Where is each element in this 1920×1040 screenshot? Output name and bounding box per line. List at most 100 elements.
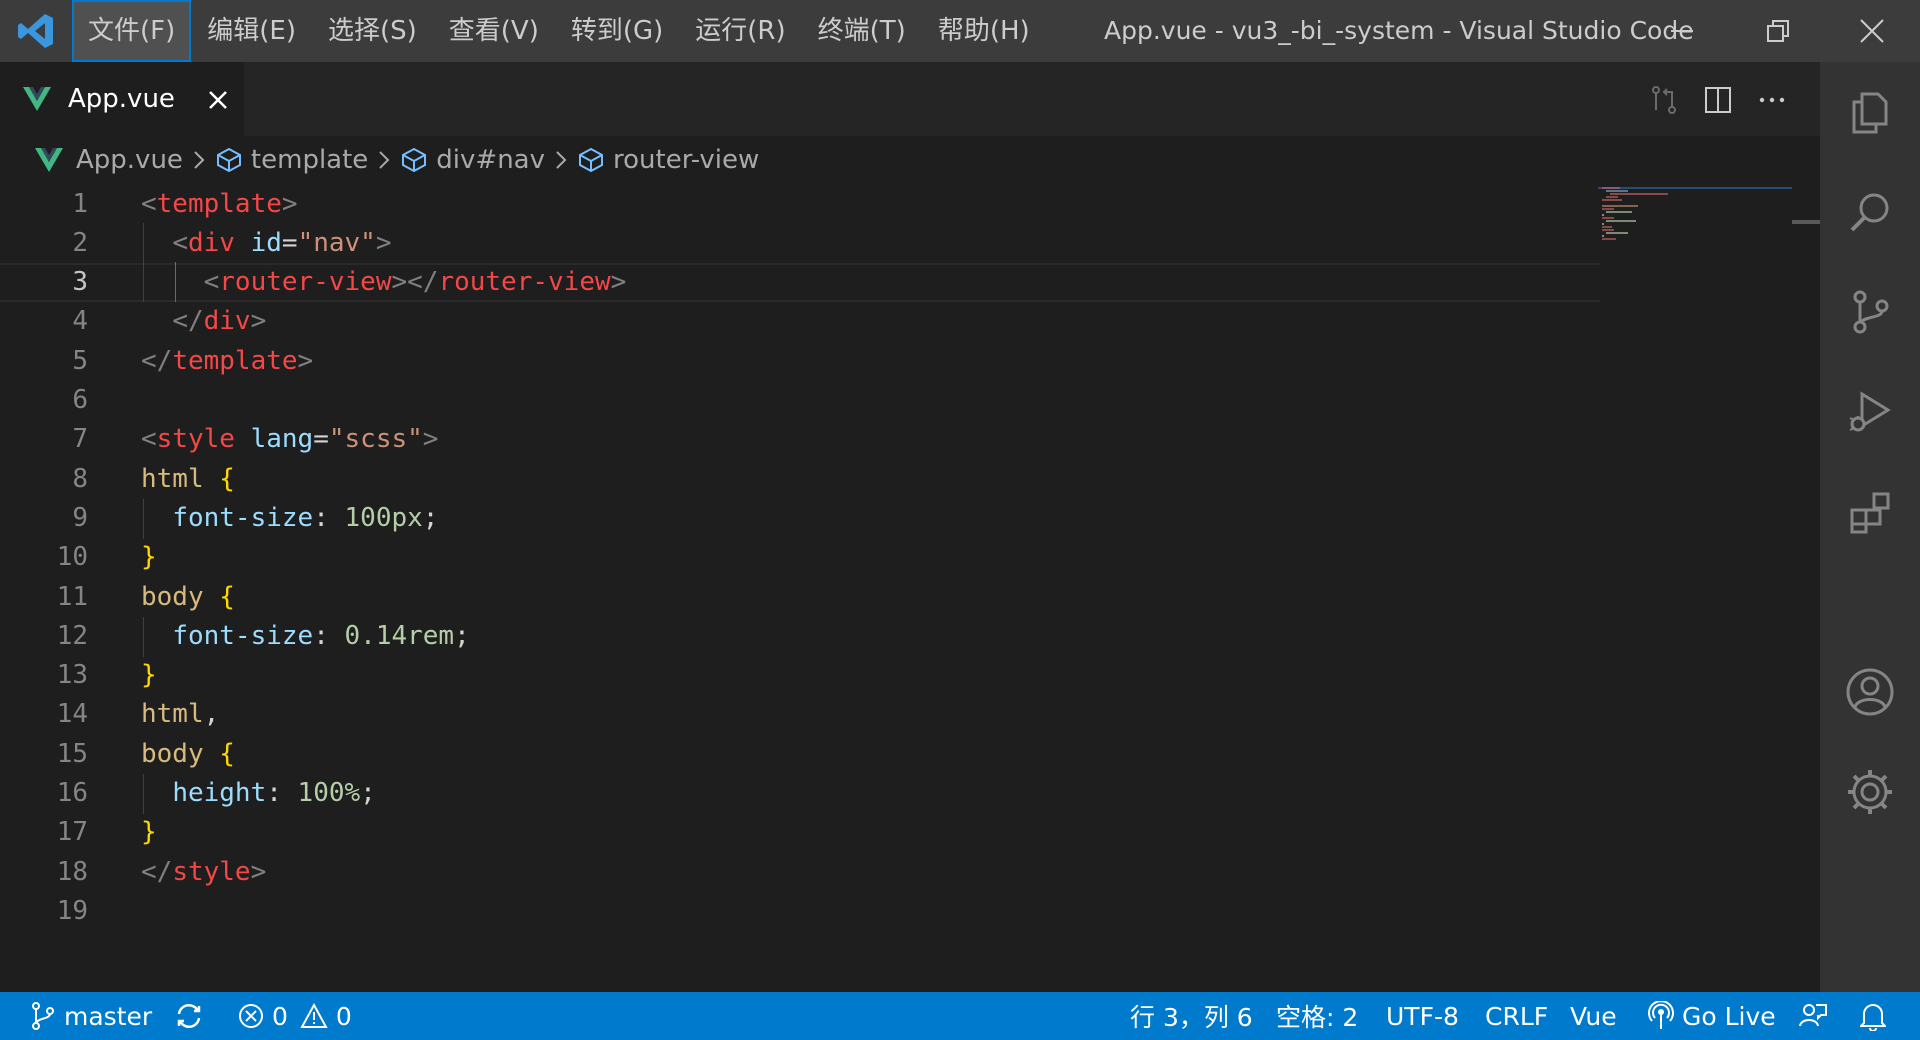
git-branch-icon: [32, 1002, 54, 1030]
indentation[interactable]: 空格: 2: [1276, 992, 1358, 1040]
line-number: 5: [72, 345, 88, 376]
code-text: html {: [141, 463, 235, 494]
menu-go[interactable]: 转到(G): [555, 0, 679, 62]
line-ending[interactable]: CRLF: [1485, 992, 1548, 1040]
symbol-element-icon: [579, 147, 603, 173]
breadcrumb-div-nav[interactable]: div#nav: [400, 145, 545, 175]
manage-button[interactable]: [1820, 742, 1920, 842]
code-line[interactable]: 13}: [0, 656, 1600, 695]
menu-selection[interactable]: 选择(S): [312, 0, 433, 62]
restore-button[interactable]: [1730, 0, 1826, 62]
extensions-icon: [1850, 492, 1890, 534]
code-line[interactable]: 14 html,: [0, 695, 1600, 734]
close-window-button[interactable]: [1824, 0, 1920, 62]
code-text: }: [141, 817, 157, 848]
indent-guide: [143, 774, 144, 814]
code-line[interactable]: 7 <style lang="scss">: [0, 420, 1600, 459]
code-line[interactable]: 6: [0, 381, 1600, 420]
breadcrumb-file-label: App.vue: [76, 145, 183, 175]
gear-icon: [1848, 770, 1892, 814]
notifications-button[interactable]: [1860, 992, 1894, 1040]
run-debug-button[interactable]: [1820, 362, 1920, 462]
code-line[interactable]: 16 height: 100%;: [0, 774, 1600, 813]
search-button[interactable]: [1820, 162, 1920, 262]
files-icon: [1852, 92, 1888, 134]
line-number: 6: [72, 385, 88, 415]
line-number: 3: [72, 267, 88, 298]
code-line[interactable]: 15 body {: [0, 734, 1600, 773]
menu-file[interactable]: 文件(F): [72, 0, 192, 62]
open-changes-button[interactable]: [1646, 82, 1682, 118]
line-number: 13: [56, 660, 88, 691]
code-line[interactable]: 1 <template>: [0, 184, 1600, 223]
breadcrumb-template[interactable]: template: [215, 145, 368, 175]
menu-terminal[interactable]: 终端(T): [802, 0, 922, 62]
split-editor-button[interactable]: [1700, 82, 1736, 118]
more-actions-button[interactable]: [1754, 82, 1790, 118]
breadcrumb-file[interactable]: App.vue: [34, 145, 183, 175]
line-number: 8: [72, 463, 88, 494]
breadcrumb-template-label: template: [250, 145, 369, 175]
close-icon: [1860, 19, 1884, 43]
scrollbar-thumb[interactable]: [1792, 220, 1820, 224]
code-text: font-size: 0.14rem;: [172, 620, 470, 651]
code-line[interactable]: 11 body {: [0, 577, 1600, 616]
title-bar: 文件(F) 编辑(E) 选择(S) 查看(V) 转到(G) 运行(R) 终端(T…: [0, 0, 1920, 62]
vue-file-icon: [35, 148, 63, 172]
line-number: 10: [56, 542, 88, 573]
code-line[interactable]: 12 font-size: 0.14rem;: [0, 616, 1600, 655]
code-line[interactable]: 2 <div id="nav">: [0, 223, 1600, 262]
ellipsis-icon: [1759, 97, 1785, 103]
tab-close-icon[interactable]: [204, 86, 232, 114]
account-icon: [1846, 668, 1894, 716]
vertical-scrollbar[interactable]: [1792, 184, 1820, 992]
code-text: font-size: 100px;: [172, 502, 439, 533]
code-line[interactable]: 17}: [0, 813, 1600, 852]
restore-icon: [1767, 20, 1789, 42]
menu-view[interactable]: 查看(V): [433, 0, 555, 62]
explorer-button[interactable]: [1820, 62, 1920, 162]
breadcrumb-router-view[interactable]: router-view: [577, 145, 759, 175]
code-line[interactable]: 10}: [0, 538, 1600, 577]
code-editor[interactable]: 1 <template> 2 <div id="nav"> 3 <router-vie…: [0, 184, 1820, 992]
sync-icon: [177, 1004, 201, 1028]
broadcast-icon: [1648, 1001, 1674, 1029]
breadcrumb: App.vue template div#nav router-view: [0, 136, 1820, 184]
sync-button[interactable]: [174, 992, 212, 1040]
code-line[interactable]: 5 </template>: [0, 341, 1600, 380]
code-line[interactable]: 18 </style>: [0, 852, 1600, 891]
menu-run[interactable]: 运行(R): [679, 0, 801, 62]
go-live-button[interactable]: Go Live: [1648, 992, 1776, 1040]
code-text: body {: [141, 581, 235, 612]
indent-guide: [143, 223, 144, 302]
minimize-button[interactable]: [1634, 0, 1730, 62]
code-line[interactable]: 3 <router-view></router-view>: [0, 262, 1600, 302]
tab-label: App.vue: [68, 84, 175, 114]
code-line[interactable]: 4 </div>: [0, 302, 1600, 341]
source-control-button[interactable]: [1820, 262, 1920, 362]
code-line[interactable]: 19: [0, 891, 1600, 930]
minimap[interactable]: [1598, 184, 1792, 992]
language-mode[interactable]: Vue: [1570, 992, 1617, 1040]
feedback-button[interactable]: [1798, 992, 1836, 1040]
line-number: 15: [56, 738, 88, 769]
menu-help[interactable]: 帮助(H): [922, 0, 1046, 62]
line-number: 2: [72, 227, 88, 258]
encoding[interactable]: UTF-8: [1386, 992, 1459, 1040]
status-branch[interactable]: master: [30, 992, 152, 1040]
symbol-element-icon: [216, 147, 241, 173]
tab-app-vue[interactable]: App.vue: [0, 62, 244, 136]
cursor-position[interactable]: 行 3，列 6: [1130, 992, 1253, 1040]
code-text: html,: [141, 699, 220, 730]
accounts-button[interactable]: [1820, 642, 1920, 742]
code-line[interactable]: 9 font-size: 100px;: [0, 498, 1600, 537]
line-number: 4: [72, 306, 88, 337]
source-control-icon: [1853, 290, 1889, 334]
code-line[interactable]: 8 html {: [0, 459, 1600, 498]
menu-edit[interactable]: 编辑(E): [191, 0, 312, 62]
problems-button[interactable]: 0 0: [238, 992, 352, 1040]
breadcrumb-div-nav-label: div#nav: [436, 145, 545, 175]
code-text: <template>: [141, 188, 298, 219]
extensions-button[interactable]: [1820, 462, 1920, 562]
line-number: 14: [56, 699, 88, 730]
